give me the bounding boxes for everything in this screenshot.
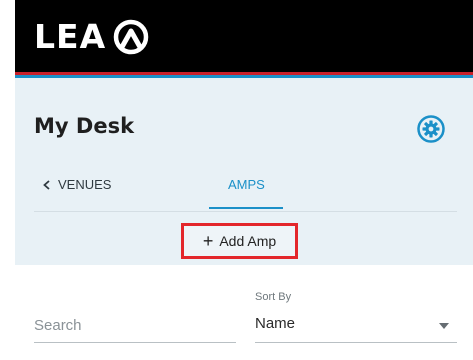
active-tab-indicator (209, 207, 283, 209)
app-frame: LEA My Desk VENUES AMPS + Add Amp Search… (0, 0, 473, 360)
tab-venues-back[interactable]: VENUES (42, 177, 111, 193)
tab-venues-label: VENUES (58, 177, 112, 192)
sort-by-label: Sort By (255, 291, 292, 303)
logo-text: LEA (34, 17, 107, 56)
chevron-left-icon (43, 180, 50, 190)
search-input[interactable] (34, 312, 236, 338)
add-amp-label: Add Amp (219, 233, 277, 249)
tab-amps[interactable]: AMPS (228, 177, 265, 193)
plus-icon: + (202, 231, 214, 251)
sort-by-value: Name (255, 315, 296, 332)
dropdown-arrow-icon (439, 323, 449, 329)
page-title: My Desk (34, 114, 135, 138)
add-amp-button[interactable]: + Add Amp (181, 223, 298, 259)
search-field (34, 312, 236, 343)
lea-logo-icon (113, 19, 149, 55)
gear-icon[interactable] (416, 114, 446, 144)
sort-by-select[interactable]: Name (255, 312, 457, 343)
tabs-divider (34, 211, 457, 212)
brand-logo: LEA (34, 17, 149, 57)
